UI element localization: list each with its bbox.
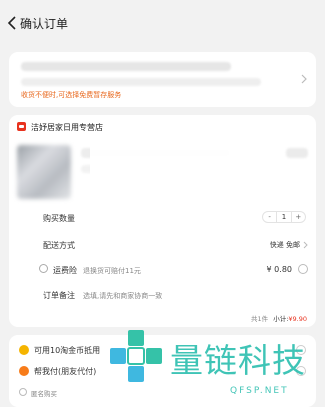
delivery-label: 配送方式: [43, 241, 75, 250]
friend-pay-icon: [19, 366, 29, 376]
remark-input[interactable]: 选填,请先和商家协商一致: [83, 291, 162, 301]
remark-label: 订单备注: [43, 291, 75, 300]
anonymous-label: 匿名购买: [31, 390, 57, 398]
watermark: 量链科技 QFSP.NET: [108, 316, 323, 407]
quantity-minus-button[interactable]: -: [263, 212, 276, 222]
shipping-insurance-icon: [39, 264, 48, 273]
redaction-overlay: [90, 140, 240, 258]
chevron-right-icon[interactable]: [303, 241, 308, 249]
quantity-value[interactable]: 1: [276, 212, 292, 222]
back-arrow-icon[interactable]: [6, 15, 18, 31]
address-detail-blurred: [21, 78, 261, 86]
anonymous-radio[interactable]: [19, 388, 27, 396]
quantity-label: 购买数量: [43, 214, 75, 223]
product-price-blurred: [286, 148, 308, 158]
delivery-value[interactable]: 快递 免邮: [270, 240, 300, 250]
quantity-plus-button[interactable]: +: [292, 212, 305, 222]
insurance-radio[interactable]: [298, 264, 308, 274]
store-icon: [17, 122, 26, 131]
insurance-description: 退换货可赔付11元: [83, 267, 141, 275]
friend-pay-label: 帮我付(朋友代付): [34, 367, 97, 376]
chevron-right-icon: [301, 74, 307, 84]
store-name[interactable]: 洁妤居家日用专营店: [31, 122, 103, 133]
page-title: 确认订单: [20, 17, 69, 31]
watermark-logo-icon: [110, 330, 162, 382]
insurance-label: 运费险: [53, 266, 77, 275]
address-card[interactable]: 收货不便时,可选择免费暂存服务: [9, 52, 316, 107]
quantity-stepper[interactable]: - 1 +: [262, 211, 306, 223]
watermark-url: QFSP.NET: [230, 386, 289, 396]
product-image-blurred[interactable]: [17, 145, 71, 199]
top-bar: 确认订单: [0, 0, 325, 46]
watermark-text: 量链科技: [170, 341, 306, 380]
address-storage-note: 收货不便时,可选择免费暂存服务: [21, 91, 122, 99]
coin-deduction-label: 可用10淘金币抵用: [34, 346, 101, 355]
coin-icon: [19, 345, 29, 355]
insurance-price: ¥ 0.80: [266, 265, 292, 274]
address-recipient-blurred: [21, 62, 231, 71]
